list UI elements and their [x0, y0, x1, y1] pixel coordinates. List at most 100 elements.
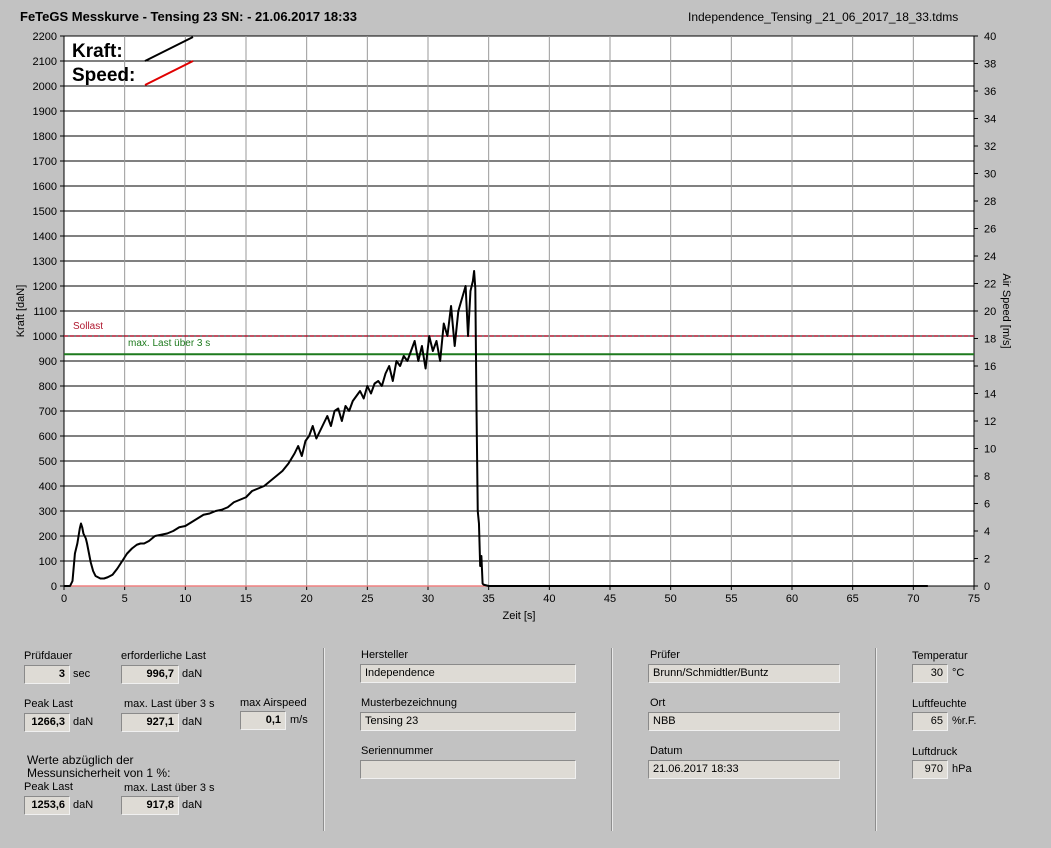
x-tick-label: 10 [179, 593, 191, 605]
peak-last-field[interactable]: 1266,3 [24, 713, 70, 732]
y2-tick-label: 14 [984, 389, 996, 401]
y2-tick-label: 12 [984, 416, 996, 428]
pruefdauer-unit: sec [73, 668, 91, 680]
y-tick-label: 1500 [33, 206, 57, 218]
temperatur-label: Temperatur [912, 650, 968, 662]
pruefdauer-field[interactable]: 3 [24, 665, 70, 684]
y-tick-label: 1100 [33, 306, 57, 318]
y-tick-label: 1900 [33, 106, 57, 118]
x-tick-label: 35 [483, 593, 495, 605]
luftfeuchte-label: Luftfeuchte [912, 698, 967, 710]
x-tick-label: 45 [604, 593, 616, 605]
hersteller-label: Hersteller [361, 649, 409, 661]
y-tick-label: 500 [39, 456, 57, 468]
y2-tick-label: 0 [984, 581, 990, 593]
y2-tick-label: 4 [984, 526, 990, 538]
hersteller-field[interactable]: Independence [360, 664, 576, 683]
panel-separator-3 [875, 648, 877, 831]
y-tick-label: 200 [39, 531, 57, 543]
y-tick-label: 2200 [33, 31, 57, 43]
luftdruck-field[interactable]: 970 [912, 760, 948, 779]
pruefer-field[interactable]: Brunn/Schmidtler/Buntz [648, 664, 840, 683]
legend-speed-label: Speed: [72, 65, 135, 86]
temperatur-unit: °C [952, 667, 965, 679]
peak-last-adj-label: Peak Last [24, 781, 73, 793]
temperatur-field[interactable]: 30 [912, 664, 948, 683]
y2-tick-label: 38 [984, 59, 996, 71]
luftdruck-label: Luftdruck [912, 746, 958, 758]
max-airspeed-field[interactable]: 0,1 [240, 711, 286, 730]
y2-tick-label: 30 [984, 169, 996, 181]
y-tick-label: 1800 [33, 131, 57, 143]
x-tick-label: 60 [786, 593, 798, 605]
datum-field[interactable]: 21.06.2017 18:33 [648, 760, 840, 779]
y2-tick-label: 10 [984, 444, 996, 456]
y-tick-label: 900 [39, 356, 57, 368]
panel-separator-1 [323, 648, 325, 831]
luftdruck-unit: hPa [952, 763, 972, 775]
force-chart: 0100200300400500600700800900100011001200… [15, 31, 1012, 622]
x-tick-label: 20 [301, 593, 313, 605]
y-tick-label: 1400 [33, 231, 57, 243]
max-last-3s-label: max. Last über 3 s [124, 698, 215, 710]
y-tick-label: 1000 [33, 331, 57, 343]
y-tick-label: 1300 [33, 256, 57, 268]
y-tick-label: 2100 [33, 56, 57, 68]
luftfeuchte-field[interactable]: 65 [912, 712, 948, 731]
y2-tick-label: 32 [984, 141, 996, 153]
x-tick-label: 5 [122, 593, 128, 605]
peak-last-label: Peak Last [24, 698, 73, 710]
y2-tick-label: 22 [984, 279, 996, 291]
musterbezeichnung-field[interactable]: Tensing 23 [360, 712, 576, 731]
x-tick-label: 0 [61, 593, 67, 605]
x-tick-label: 75 [968, 593, 980, 605]
seriennummer-field[interactable] [360, 760, 576, 779]
peak-last-unit: daN [73, 716, 94, 728]
max-airspeed-label: max Airspeed [240, 697, 307, 709]
y-tick-label: 1600 [33, 181, 57, 193]
seriennummer-label: Seriennummer [361, 745, 434, 757]
peak-last-adj-unit: daN [73, 799, 94, 811]
erforderliche-last-field[interactable]: 996,7 [121, 665, 179, 684]
max-last-3s-adj-field[interactable]: 917,8 [121, 796, 179, 815]
x-axis-label: Zeit [s] [502, 610, 535, 622]
ort-field[interactable]: NBB [648, 712, 840, 731]
legend-kraft-label: Kraft: [72, 41, 123, 62]
max-last-3s-unit: daN [182, 716, 203, 728]
x-tick-label: 65 [847, 593, 859, 605]
max-last-3s-adj-label: max. Last über 3 s [124, 782, 215, 794]
y-tick-label: 300 [39, 506, 57, 518]
pruefer-label: Prüfer [650, 649, 680, 661]
max-last-3s-field[interactable]: 927,1 [121, 713, 179, 732]
y2-tick-label: 8 [984, 471, 990, 483]
max-last-3s-adj-unit: daN [182, 799, 203, 811]
y2-tick-label: 2 [984, 554, 990, 566]
peak-last-adj-field[interactable]: 1253,6 [24, 796, 70, 815]
y2-tick-label: 6 [984, 499, 990, 511]
panel-separator-2 [611, 648, 613, 831]
datum-label: Datum [650, 745, 683, 757]
y2-axis-label: Air Speed [m/s] [1000, 273, 1012, 348]
y-tick-label: 800 [39, 381, 57, 393]
ort-label: Ort [650, 697, 666, 709]
luftfeuchte-unit: %r.F. [952, 715, 977, 727]
y2-tick-label: 36 [984, 86, 996, 98]
y2-tick-label: 18 [984, 334, 996, 346]
pruefdauer-label: Prüfdauer [24, 650, 73, 662]
max-last-label: max. Last über 3 s [128, 338, 210, 349]
x-tick-label: 50 [665, 593, 677, 605]
x-tick-label: 25 [361, 593, 373, 605]
y2-tick-label: 20 [984, 306, 996, 318]
y2-tick-label: 26 [984, 224, 996, 236]
y-tick-label: 100 [39, 556, 57, 568]
y-tick-label: 600 [39, 431, 57, 443]
werte-note-line2: Messunsicherheit von 1 %: [27, 766, 171, 780]
x-tick-label: 55 [725, 593, 737, 605]
max-airspeed-unit: m/s [290, 714, 308, 726]
sollast-label: Sollast [73, 321, 103, 332]
y2-tick-label: 40 [984, 31, 996, 43]
y-tick-label: 700 [39, 406, 57, 418]
x-tick-label: 40 [543, 593, 555, 605]
y2-tick-label: 34 [984, 114, 996, 126]
y2-tick-label: 16 [984, 361, 996, 373]
